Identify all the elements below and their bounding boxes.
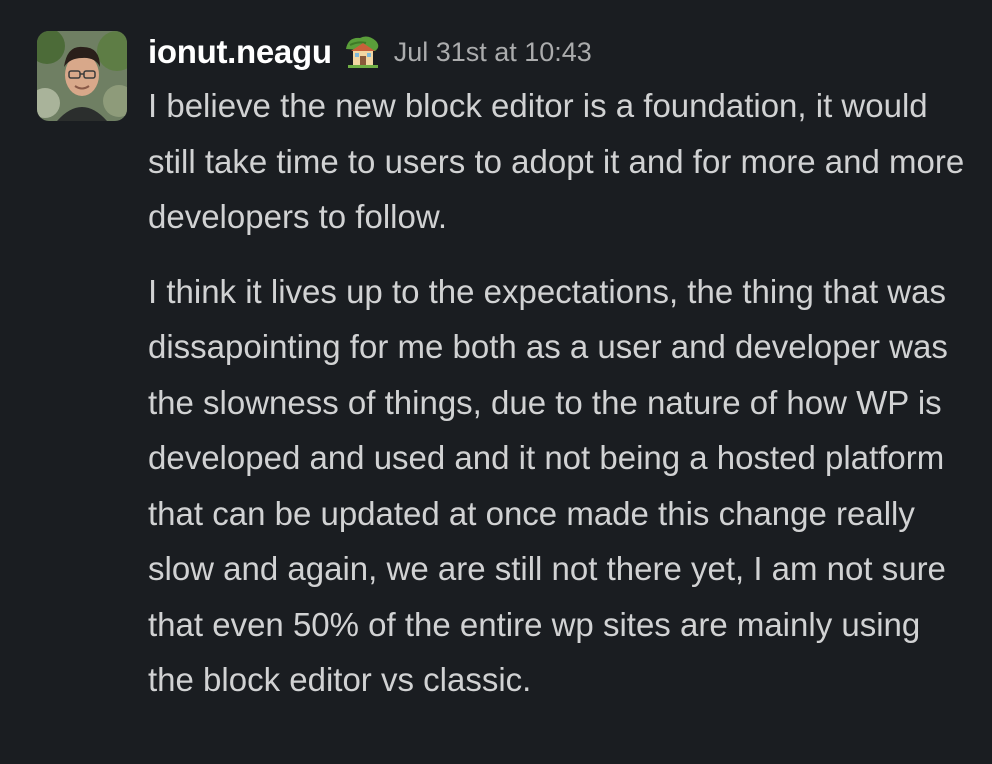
avatar[interactable] <box>37 31 127 121</box>
message-timestamp[interactable]: Jul 31st at 10:43 <box>394 37 592 68</box>
message-content: ionut.neagu Jul 31st at 10:43 I believe … <box>148 26 968 708</box>
message-paragraph: I think it lives up to the expectations,… <box>148 272 948 699</box>
avatar-photo <box>37 31 127 121</box>
chat-message: ionut.neagu Jul 31st at 10:43 I believe … <box>0 0 992 764</box>
house-with-garden-icon[interactable] <box>344 35 380 69</box>
author-name[interactable]: ionut.neagu <box>148 33 332 71</box>
message-body: I believe the new block editor is a foun… <box>148 78 968 708</box>
message-header: ionut.neagu Jul 31st at 10:43 <box>148 26 968 78</box>
message-paragraph: I believe the new block editor is a foun… <box>148 87 965 235</box>
